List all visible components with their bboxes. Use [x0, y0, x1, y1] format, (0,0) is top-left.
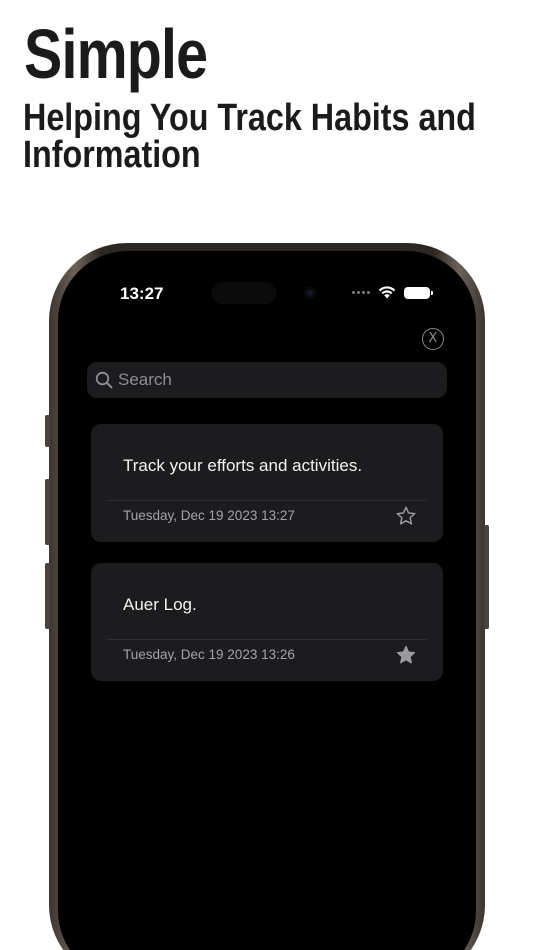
promo-headline: Simple — [24, 15, 208, 93]
entry-date: Tuesday, Dec 19 2023 13:27 — [123, 508, 295, 523]
battery-icon — [404, 286, 433, 299]
entry-card[interactable]: Track your efforts and activities. Tuesd… — [91, 424, 443, 542]
phone-screen: 13:27 X Search Track your efforts and ac… — [58, 251, 476, 950]
divider — [107, 639, 427, 640]
promo-subheadline: Helping You Track Habits and Information — [23, 97, 476, 176]
star-filled-icon[interactable] — [395, 644, 417, 666]
star-outline-icon[interactable] — [395, 505, 417, 527]
search-bar[interactable]: Search — [87, 362, 447, 398]
close-button[interactable]: X — [422, 328, 444, 350]
status-icons — [352, 286, 433, 299]
entry-text: Auer Log. — [123, 595, 197, 614]
wifi-icon — [378, 286, 396, 299]
entry-card[interactable]: Auer Log. Tuesday, Dec 19 2023 13:26 — [91, 563, 443, 681]
search-icon — [95, 371, 113, 389]
cellular-signal-icon — [352, 291, 370, 294]
status-time: 13:27 — [120, 284, 164, 303]
entry-date: Tuesday, Dec 19 2023 13:26 — [123, 647, 295, 662]
search-placeholder: Search — [118, 370, 172, 389]
camera-icon — [304, 287, 316, 299]
dynamic-island — [211, 282, 277, 304]
divider — [107, 500, 427, 501]
entry-text: Track your efforts and activities. — [123, 456, 363, 475]
